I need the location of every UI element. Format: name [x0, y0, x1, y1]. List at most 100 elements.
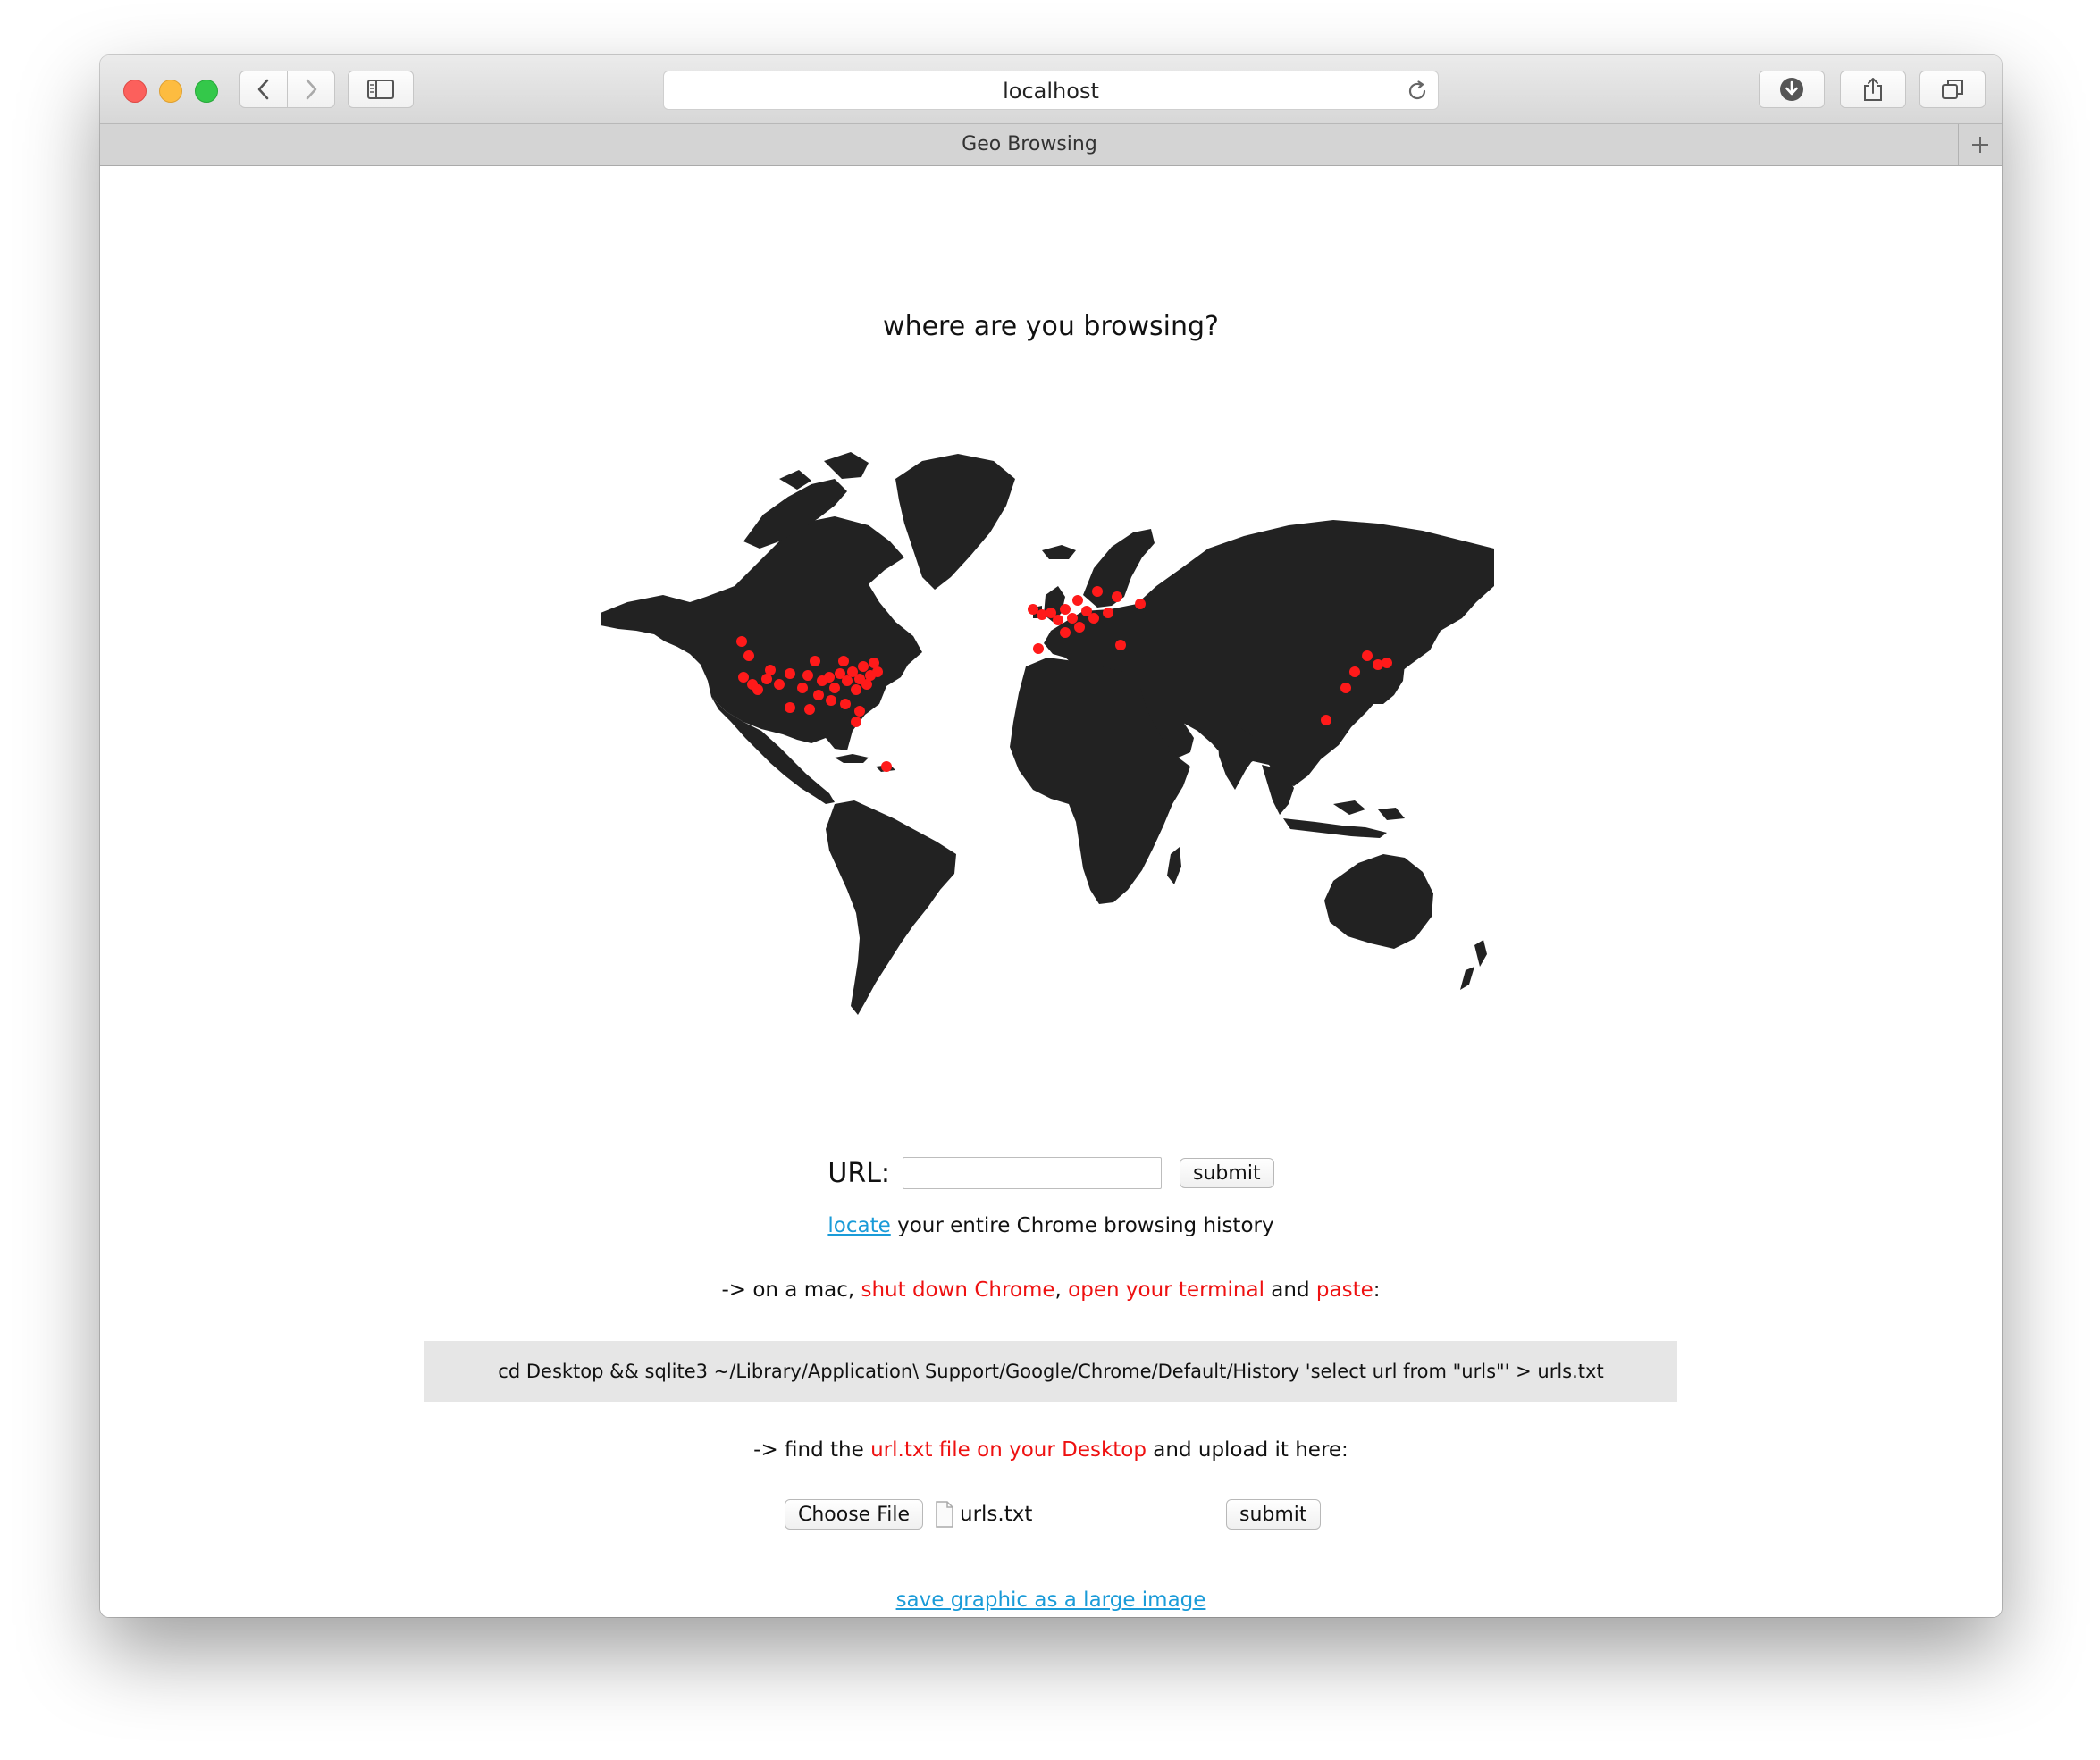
location-marker [1340, 683, 1351, 693]
url-submit-button[interactable]: submit [1180, 1158, 1274, 1188]
location-marker [872, 666, 883, 677]
page-title: where are you browsing? [883, 311, 1219, 342]
location-marker [804, 704, 815, 715]
upload-highlight: url.txt file on your Desktop [870, 1438, 1147, 1462]
url-form: URL: submit [100, 1155, 2002, 1191]
location-marker [774, 679, 785, 690]
location-marker [1067, 613, 1078, 624]
back-button[interactable] [239, 71, 288, 108]
download-icon [1780, 78, 1803, 101]
location-marker [829, 683, 840, 693]
location-marker [1092, 586, 1103, 597]
location-marker [1112, 591, 1122, 602]
show-tabs-button[interactable] [1919, 71, 1986, 108]
location-marker [785, 668, 795, 679]
location-marker [813, 690, 824, 700]
url-label: URL: [827, 1157, 891, 1189]
terminal-command: cd Desktop && sqlite3 ~/Library/Applicat… [424, 1341, 1677, 1402]
location-marker [1088, 613, 1099, 624]
location-marker [765, 665, 776, 675]
sidebar-toggle-button[interactable] [348, 71, 414, 108]
upload-suffix: and upload it here: [1146, 1438, 1348, 1462]
locate-description: your entire Chrome browsing history [890, 1214, 1274, 1237]
location-marker [1382, 658, 1392, 668]
indonesia-islands [1283, 800, 1405, 838]
location-marker [881, 761, 892, 772]
location-marker [1103, 608, 1113, 618]
plus-icon [1972, 137, 1988, 153]
tab-geo-browsing[interactable]: Geo Browsing [100, 124, 1959, 165]
selected-file-name: urls.txt [960, 1503, 1033, 1526]
location-marker [826, 695, 836, 706]
instr-comma: , [1054, 1278, 1069, 1302]
location-marker [851, 684, 861, 695]
new-tab-button[interactable] [1958, 124, 2002, 165]
location-marker [840, 699, 851, 709]
address-bar[interactable]: localhost [663, 71, 1439, 110]
tab-bar: Geo Browsing [100, 124, 2002, 166]
minimize-window-button[interactable] [159, 80, 182, 103]
location-marker [851, 717, 861, 727]
page-content: where are you browsing? URL: submit loca… [100, 166, 2002, 1617]
location-marker [1033, 643, 1044, 654]
upload-prefix: -> find the [753, 1438, 871, 1462]
location-marker [1060, 627, 1071, 638]
location-marker [842, 675, 853, 686]
browser-window: localhost Geo Browsing where are you bro… [100, 55, 2002, 1617]
location-marker [785, 702, 795, 713]
upload-instructions: -> find the url.txt file on your Desktop… [100, 1438, 2002, 1462]
share-button[interactable] [1840, 71, 1906, 108]
save-graphic-line: save graphic as a large image [100, 1588, 2002, 1612]
instr-and: and [1264, 1278, 1316, 1302]
location-marker [1135, 599, 1146, 609]
instr-open-terminal: open your terminal [1068, 1278, 1264, 1302]
greenland-landmass [895, 454, 1015, 590]
zoom-window-button[interactable] [195, 80, 218, 103]
location-marker [1053, 615, 1063, 625]
location-marker [1349, 666, 1360, 677]
file-upload-form: Choose File urls.txt submit [785, 1499, 1321, 1535]
location-marker [743, 650, 754, 661]
instr-shut-down: shut down Chrome [861, 1278, 1055, 1302]
forward-button[interactable] [287, 71, 335, 108]
address-text: localhost [1003, 79, 1099, 104]
document-icon [936, 1501, 953, 1528]
url-input[interactable] [903, 1157, 1163, 1189]
locate-link[interactable]: locate [827, 1214, 890, 1237]
world-map [601, 452, 1494, 1015]
instr-colon: : [1373, 1278, 1381, 1302]
location-marker [752, 684, 763, 695]
australia-landmass [1324, 854, 1433, 949]
location-marker [824, 672, 835, 683]
forward-arrow-icon [306, 79, 317, 100]
close-window-button[interactable] [123, 80, 147, 103]
location-marker [858, 661, 869, 672]
tabs-icon [1942, 80, 1963, 99]
file-submit-button[interactable]: submit [1226, 1499, 1321, 1530]
mac-instructions: -> on a mac, shut down Chrome, open your… [100, 1278, 2002, 1302]
share-icon [1864, 78, 1882, 101]
choose-file-button[interactable]: Choose File [785, 1499, 924, 1530]
location-marker [736, 636, 747, 647]
location-marker [810, 656, 820, 666]
location-marker [838, 656, 849, 666]
iceland-landmass [1042, 545, 1076, 559]
save-graphic-link[interactable]: save graphic as a large image [896, 1588, 1206, 1612]
north-america-landmass [601, 516, 922, 750]
location-marker [1037, 609, 1047, 620]
location-marker [1072, 595, 1083, 606]
instr-prefix: -> on a mac, [721, 1278, 861, 1302]
location-marker [802, 670, 813, 681]
location-marker [1321, 715, 1331, 725]
downloads-button[interactable] [1759, 71, 1825, 108]
reload-icon[interactable] [1406, 80, 1429, 103]
madagascar-landmass [1167, 847, 1181, 884]
location-marker [1028, 604, 1038, 615]
location-marker [854, 706, 865, 717]
browser-toolbar: localhost [100, 55, 2002, 124]
location-marker [797, 683, 808, 693]
new-zealand-islands [1460, 940, 1487, 990]
location-marker [1362, 650, 1373, 661]
location-marker [1060, 604, 1071, 615]
instr-paste: paste [1315, 1278, 1373, 1302]
